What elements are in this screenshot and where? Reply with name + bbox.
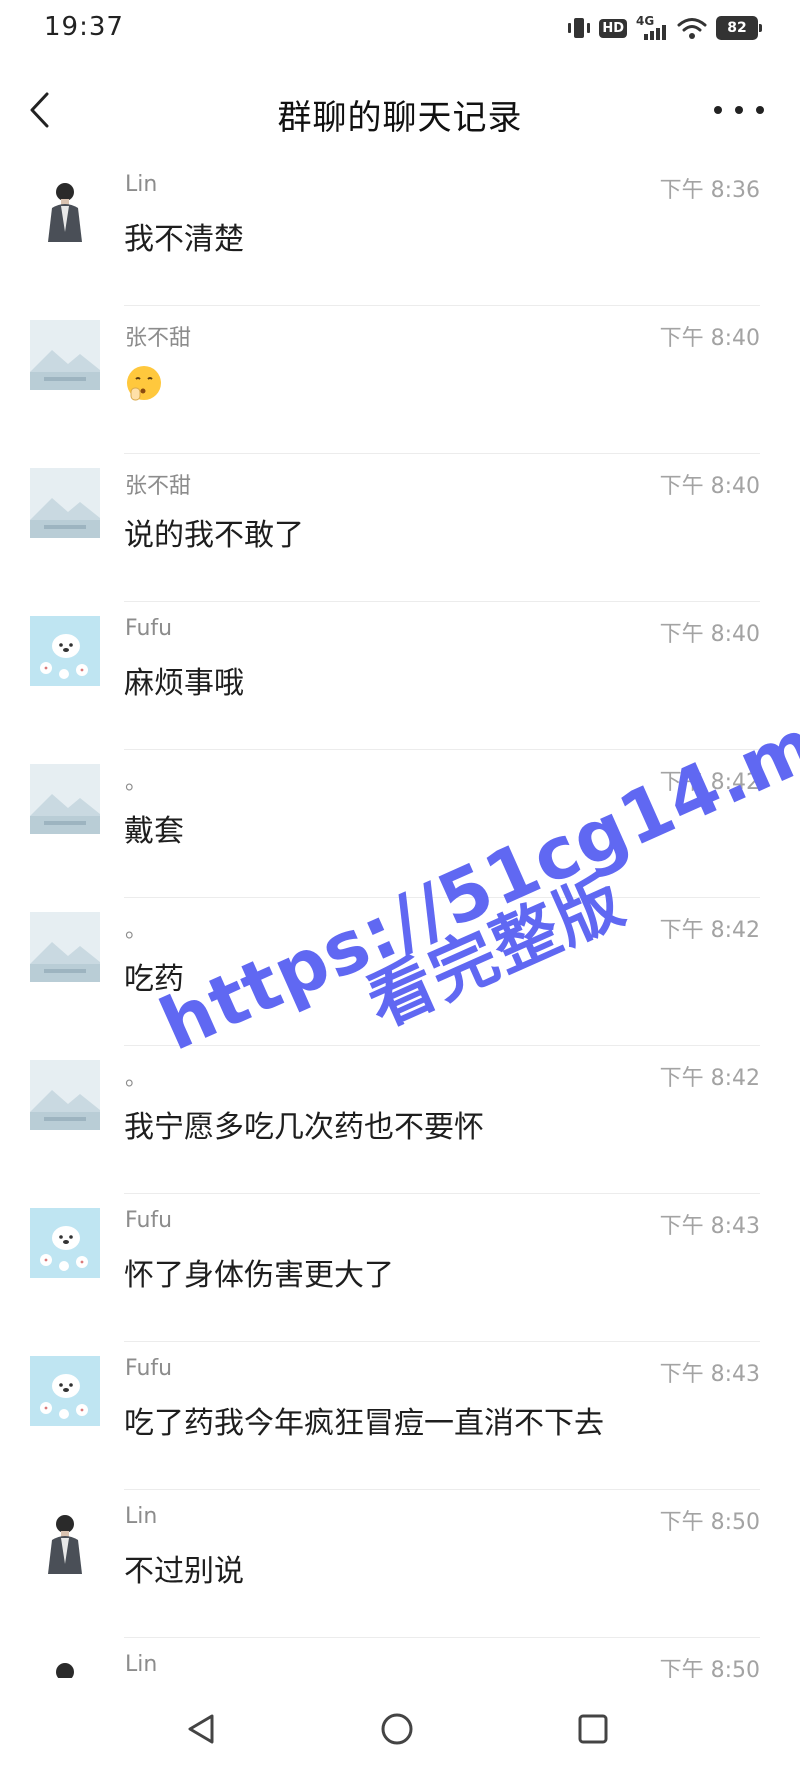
message-item[interactable]: 张不甜 下午 8:40 [0,306,800,454]
more-options-button[interactable] [714,98,764,122]
avatar[interactable] [30,912,100,982]
avatar[interactable] [30,1208,100,1278]
message-item[interactable]: Lin 下午 8:50 [0,1638,800,1678]
sender-name: Lin [125,172,158,197]
message-timestamp: 下午 8:36 [659,178,760,203]
message-timestamp: 下午 8:40 [659,622,760,647]
sender-name: 。 [125,770,148,795]
avatar[interactable] [30,1356,100,1426]
avatar[interactable] [30,1652,100,1678]
nav-back-button[interactable] [176,1704,226,1754]
message-timestamp: 下午 8:40 [659,474,760,499]
message-timestamp: 下午 8:50 [659,1510,760,1535]
avatar[interactable] [30,1504,100,1574]
square-recents-icon [578,1714,608,1744]
message-item[interactable]: Fufu 下午 8:40 麻烦事哦 [0,602,800,750]
message-list[interactable]: Lin 下午 8:36 我不清楚 张不甜 下午 8:40 张不甜 下午 8:40 说的我不敢了… [0,158,800,1678]
message-item[interactable]: 张不甜 下午 8:40 说的我不敢了 [0,454,800,602]
battery-icon: 82 [716,16,762,40]
more-dots-icon [714,106,722,114]
avatar[interactable] [30,320,100,390]
signal-icon: 4G [636,14,668,40]
network-type: 4G [636,14,655,28]
message-text: 怀了身体伤害更大了 [124,1258,394,1293]
nav-home-button[interactable] [372,1704,422,1754]
header: 群聊的聊天记录 [0,62,800,158]
sender-name: Fufu [125,616,173,641]
message-timestamp: 下午 8:42 [659,1066,760,1091]
message-timestamp: 下午 8:43 [659,1362,760,1387]
status-icons: HD 4G 82 [568,14,762,40]
message-text: 我不清楚 [124,222,244,257]
wifi-icon [677,18,707,39]
hd-icon: HD [599,18,627,38]
system-nav-bar [0,1678,800,1784]
shushing-face-emoji-icon [125,364,163,402]
message-text: 说的我不敢了 [124,518,304,553]
message-item[interactable]: Fufu 下午 8:43 吃了药我今年疯狂冒痘一直消不下去 [0,1342,800,1490]
message-item[interactable]: Fufu 下午 8:43 怀了身体伤害更大了 [0,1194,800,1342]
avatar[interactable] [30,468,100,538]
sender-name: 。 [125,918,148,943]
message-text: 不过别说 [124,1554,244,1589]
message-timestamp: 下午 8:42 [659,918,760,943]
message-item[interactable]: Lin 下午 8:50 不过别说 [0,1490,800,1638]
message-text: 吃了药我今年疯狂冒痘一直消不下去 [124,1406,604,1441]
avatar[interactable] [30,1060,100,1130]
message-item[interactable]: Lin 下午 8:36 我不清楚 [0,158,800,306]
avatar[interactable] [30,172,100,242]
message-timestamp: 下午 8:42 [659,770,760,795]
sender-name: 张不甜 [125,474,192,499]
message-text: 我宁愿多吃几次药也不要怀 [124,1110,484,1145]
sender-name: Fufu [125,1208,173,1233]
sender-name: Lin [125,1652,158,1677]
page-title: 群聊的聊天记录 [277,98,523,138]
sender-name: Lin [125,1504,158,1529]
sender-name: 张不甜 [125,326,192,351]
triangle-back-icon [188,1714,214,1744]
message-item[interactable]: 。 下午 8:42 吃药 [0,898,800,1046]
vibrate-icon [568,17,591,39]
status-time: 19:37 [44,12,124,42]
message-text: 吃药 [124,962,184,997]
sender-name: 。 [125,1066,148,1091]
message-text: 戴套 [124,814,184,849]
battery-level: 82 [727,20,747,36]
message-timestamp: 下午 8:43 [659,1214,760,1239]
status-bar: 19:37 HD 4G 82 [0,0,800,62]
avatar[interactable] [30,616,100,686]
message-timestamp: 下午 8:50 [659,1658,760,1678]
message-item[interactable]: 。 下午 8:42 戴套 [0,750,800,898]
sender-name: Fufu [125,1356,173,1381]
avatar[interactable] [30,764,100,834]
message-item[interactable]: 。 下午 8:42 我宁愿多吃几次药也不要怀 [0,1046,800,1194]
message-text: 麻烦事哦 [124,666,244,701]
circle-home-icon [381,1713,413,1745]
message-timestamp: 下午 8:40 [659,326,760,351]
nav-recents-button[interactable] [568,1704,618,1754]
